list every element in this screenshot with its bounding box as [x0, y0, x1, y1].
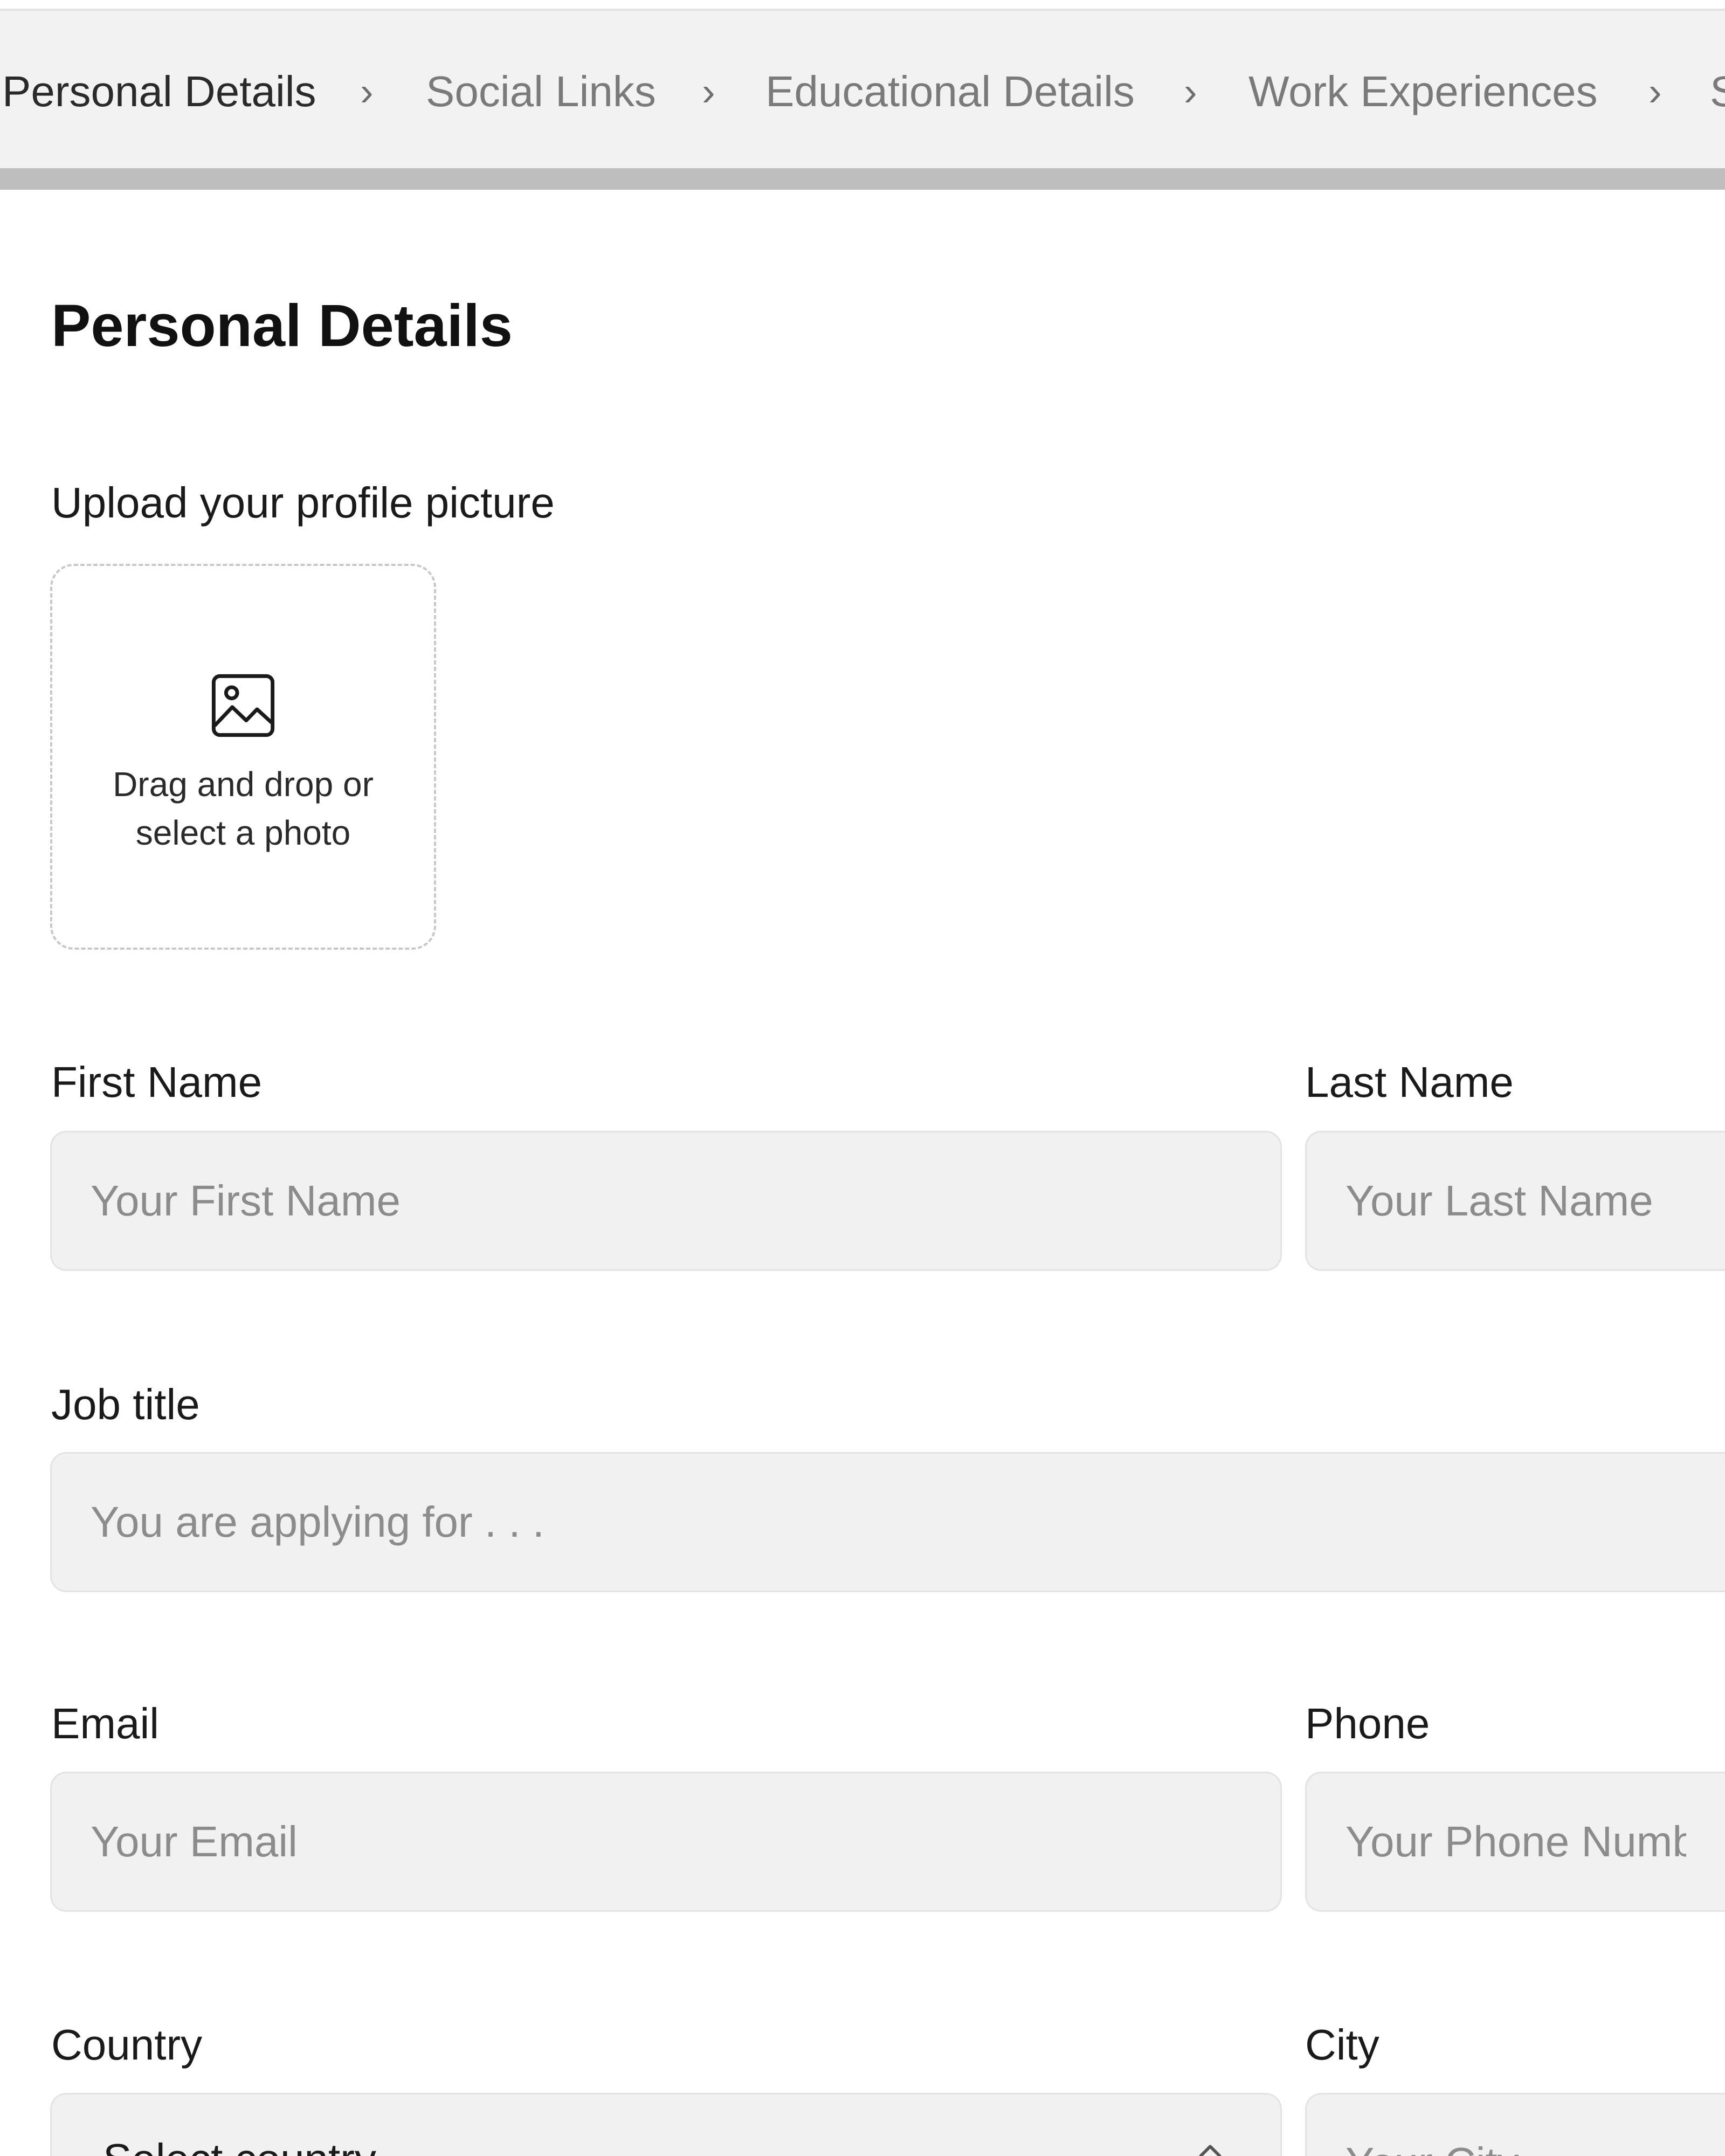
phone-label: Phone — [1305, 1699, 1430, 1747]
page-title: Personal Details — [51, 293, 513, 359]
country-select-value: Select country — [103, 2132, 376, 2156]
chevron-up-icon — [1199, 2145, 1222, 2156]
personal-details-form-page: Personal Details › Social Links › Educat… — [0, 0, 1725, 2156]
step-work-experiences[interactable]: Work Experiences — [1248, 65, 1598, 119]
phone-input[interactable] — [1305, 1772, 1725, 1912]
image-icon — [211, 674, 275, 737]
upload-label: Upload your profile picture — [51, 479, 555, 527]
upload-instructions: Drag and drop or select a photo — [52, 760, 434, 857]
stepper-progress-fill — [0, 168, 1725, 190]
email-input[interactable] — [50, 1772, 1282, 1912]
step-social-links[interactable]: Social Links — [426, 65, 656, 119]
photo-upload-dropzone[interactable]: Drag and drop or select a photo — [50, 564, 436, 950]
country-label: Country — [51, 2021, 203, 2069]
step-educational-details[interactable]: Educational Details — [765, 65, 1135, 119]
upload-instructions-line-2: select a photo — [135, 813, 351, 852]
first-name-input[interactable] — [50, 1131, 1282, 1271]
chevron-right-icon: › — [1184, 69, 1197, 114]
step-next-truncated[interactable]: S — [1710, 65, 1725, 119]
chevron-right-icon: › — [360, 69, 374, 114]
last-name-input[interactable] — [1305, 1131, 1725, 1271]
email-label: Email — [51, 1699, 160, 1747]
job-title-label: Job title — [51, 1380, 200, 1428]
first-name-label: First Name — [51, 1058, 263, 1106]
city-label: City — [1305, 2021, 1379, 2069]
city-input[interactable] — [1305, 2093, 1725, 2156]
last-name-label: Last Name — [1305, 1058, 1514, 1106]
upload-instructions-line-1: Drag and drop or — [113, 765, 374, 804]
job-title-input[interactable] — [50, 1452, 1725, 1592]
step-personal-details[interactable]: Personal Details — [2, 65, 316, 119]
country-select[interactable]: Select country — [50, 2093, 1282, 2156]
chevron-right-icon: › — [702, 69, 715, 114]
chevron-right-icon: › — [1648, 69, 1662, 114]
form-stepper: Personal Details › Social Links › Educat… — [0, 9, 1725, 168]
stepper-progress-bar — [0, 168, 1725, 190]
